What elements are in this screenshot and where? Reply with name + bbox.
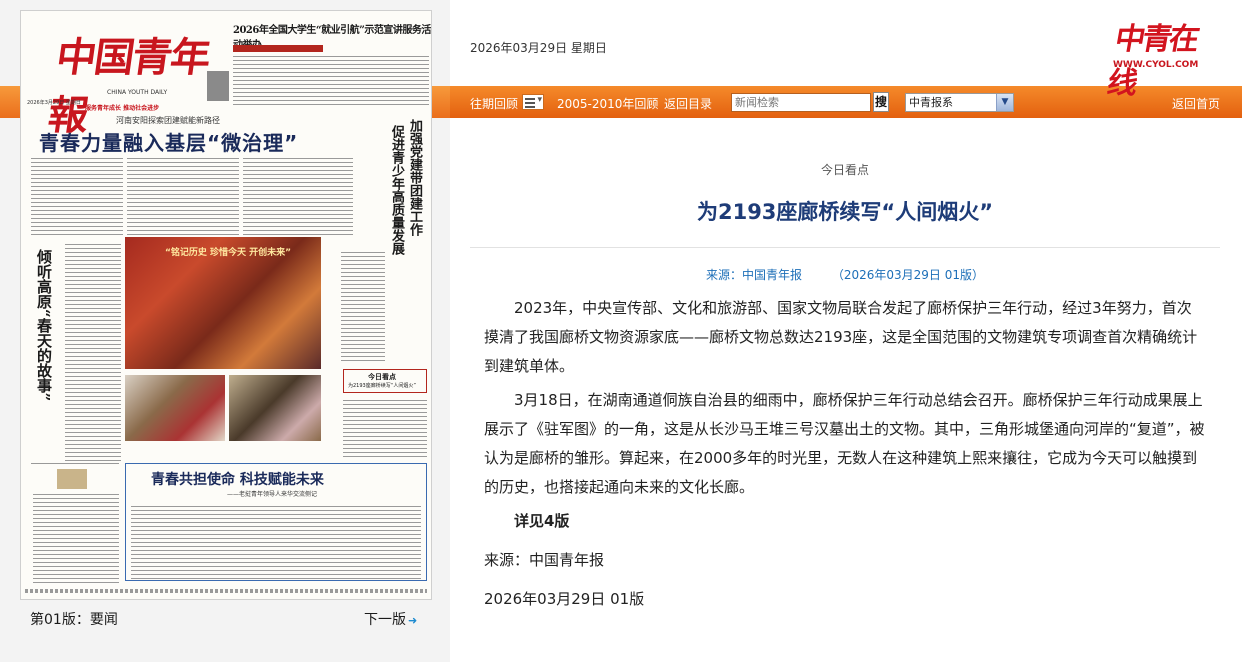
section-label: 今日看点 (820, 163, 869, 177)
photo-small-left (125, 375, 225, 441)
article-body: 2023年，中央宣传部、文化和旅游部、国家文物局联合发起了廊桥保护三年行动，经过… (484, 294, 1206, 619)
footer-source: 来源：中国青年报 (484, 551, 605, 569)
bottom-subtitle: ——老挝青年领导人来华交流侧记 (227, 491, 318, 498)
masthead-english: CHINA YOUTH DAILY (107, 89, 168, 96)
issue-date: 2026年3月29日 星期日 (27, 100, 81, 106)
site-url: WWW.CYOL.COM (1113, 60, 1199, 70)
see-more-note: 详见4版 (514, 512, 570, 530)
source-label: 来源：中国青年报 (705, 268, 802, 282)
search-button[interactable]: 搜 (873, 92, 889, 112)
newspaper-page-image[interactable]: 中国青年報 CHINA YOUTH DAILY 2026年3月29日 星期日 服… (20, 10, 432, 600)
stage-photo[interactable]: “铭记历史 珍惜今天 开创未来” (125, 237, 321, 369)
article-meta: 来源：中国青年报 （2026年03月29日 01版） (470, 266, 1220, 283)
text-column (243, 157, 353, 235)
calendar-dropdown-icon[interactable] (522, 94, 544, 110)
current-page-label: 第01版：要闻 (30, 612, 118, 628)
publish-date: （2026年03月29日 01版） (831, 268, 984, 282)
next-page-label: 下一版 (364, 612, 406, 628)
text-column (131, 505, 421, 579)
text-column (127, 157, 239, 235)
article-title: 为2193座廊桥续写“人间烟火” (696, 200, 994, 224)
mini-illustration (57, 469, 87, 489)
divider (470, 247, 1220, 248)
search-input[interactable] (731, 93, 871, 112)
text-column (341, 251, 385, 361)
text-column (33, 493, 119, 583)
text-column (31, 157, 123, 237)
archive-review-link[interactable]: 2005-2010年回顾 (557, 95, 658, 112)
paragraph: 2023年，中央宣传部、文化和旅游部、国家文物局联合发起了廊桥保护三年行动，经过… (484, 299, 1198, 375)
issue-date-text: 2026年03月29日 星期日 (470, 41, 607, 55)
bottom-headline[interactable]: 青春共担使命 科技赋能未来 (151, 469, 324, 489)
photo-small-right (229, 375, 321, 441)
portrait-image (207, 71, 229, 101)
left-vertical-headline[interactable]: 倾听高原“春天的故事” (33, 249, 55, 401)
photo-banner-text: “铭记历史 珍惜今天 开创未来” (165, 248, 292, 258)
paper-select[interactable]: 中青报系 ▼ (905, 93, 1014, 112)
today-highlight-box[interactable]: 今日看点 为2193座廊桥续写“人间烟火” (343, 369, 427, 393)
masthead-slogan: 服务青年成长 推动社会进步 (85, 105, 160, 112)
next-page-link[interactable]: 下一版 ➜ (364, 609, 417, 629)
arrow-right-icon: ➜ (408, 614, 418, 627)
today-box-title: 今日看点 (368, 373, 396, 381)
page-footer (25, 589, 427, 593)
site-logo[interactable]: 中青在线 WWW.CYOL.COM (1104, 10, 1204, 101)
vertical-headline-2[interactable]: 促进青少年高质量发展 (387, 125, 405, 255)
banner-subtitle: 河南安阳探索团建赋能新路径 (116, 116, 220, 125)
masthead: 中国青年報 CHINA YOUTH DAILY (27, 15, 223, 139)
footer-date: 2026年03月29日 01版 (484, 590, 645, 608)
text-column (343, 399, 427, 459)
back-to-toc-link[interactable]: 返回目录 (664, 95, 712, 112)
paragraph: 3月18日，在湖南通道侗族自治县的细雨中，廊桥保护三年行动总结会召开。廊桥保护三… (484, 391, 1205, 496)
text-column (233, 55, 429, 107)
paper-select-value: 中青报系 (909, 96, 953, 109)
back-home-link[interactable]: 返回首页 (1172, 95, 1220, 112)
past-review-link[interactable]: 往期回顾 (470, 95, 518, 112)
chevron-down-icon[interactable]: ▼ (996, 94, 1013, 111)
text-column (65, 243, 121, 463)
banner-headline[interactable]: 青春力量融入基层“微治理” (39, 127, 298, 156)
top-headline-tag (233, 45, 323, 52)
today-box-text: 为2193座廊桥续写“人间烟火” (348, 383, 416, 389)
vertical-headline-1[interactable]: 加强党建带团建工作 (405, 119, 423, 236)
